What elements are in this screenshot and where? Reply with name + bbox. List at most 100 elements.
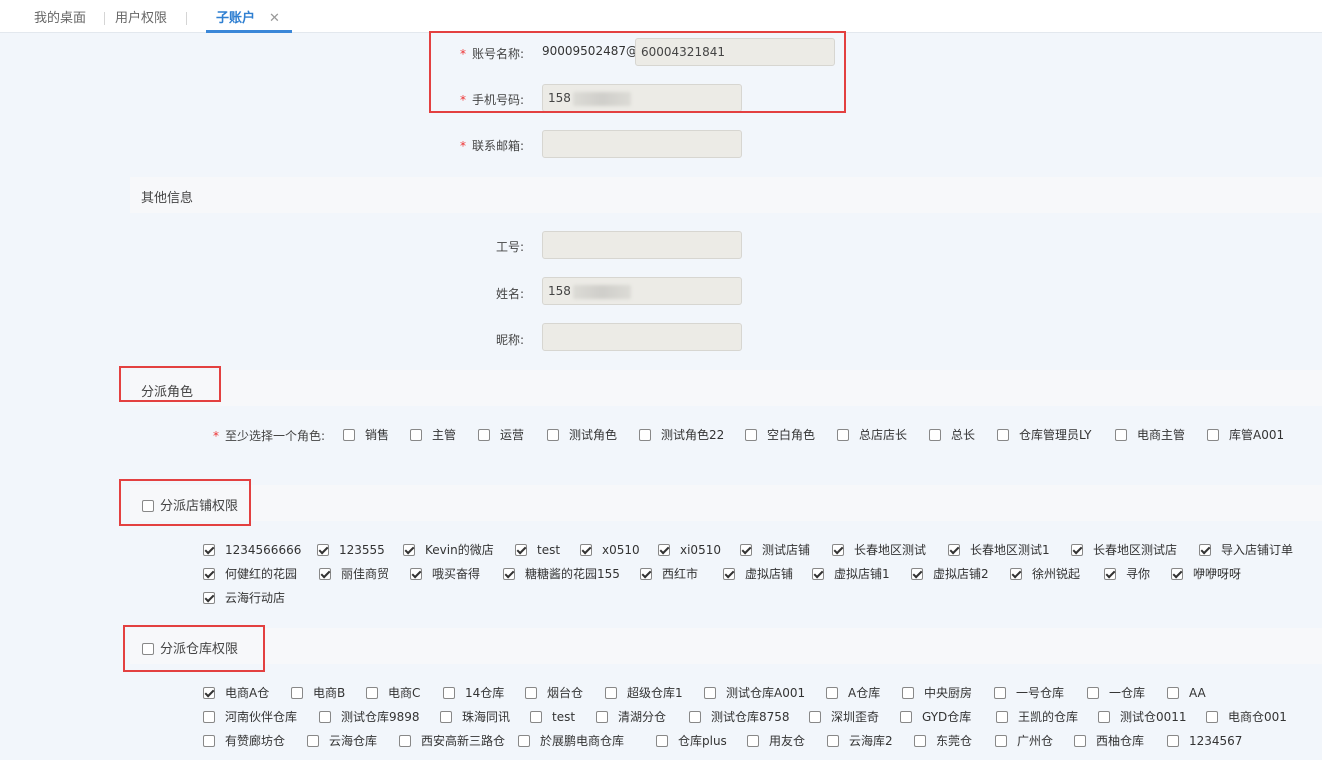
checkbox[interactable]	[1199, 543, 1211, 556]
checkbox[interactable]	[410, 567, 422, 580]
checkbox[interactable]	[640, 567, 652, 580]
checkbox-option[interactable]: x0510	[580, 538, 640, 562]
checkbox-option[interactable]: 总店店长	[837, 423, 907, 447]
checkbox[interactable]	[307, 734, 319, 747]
checkbox-option[interactable]: 一号仓库	[994, 681, 1064, 705]
checkbox[interactable]	[515, 543, 527, 556]
checkbox-option[interactable]: 虚拟店铺1	[812, 562, 890, 586]
checkbox-option[interactable]: 空白角色	[745, 423, 815, 447]
checkbox[interactable]	[1074, 734, 1086, 747]
checkbox-option[interactable]: 测试仓0011	[1098, 705, 1187, 729]
checkbox[interactable]	[832, 543, 844, 556]
checkbox[interactable]	[440, 710, 452, 723]
checkbox[interactable]	[747, 734, 759, 747]
checkbox[interactable]	[997, 428, 1009, 441]
checkbox[interactable]	[900, 710, 912, 723]
checkbox-option[interactable]: test	[530, 705, 575, 729]
checkbox-option[interactable]: 哦买奋得	[410, 562, 480, 586]
checkbox-option[interactable]: 电商仓001	[1206, 705, 1287, 729]
checkbox[interactable]	[525, 686, 537, 699]
checkbox[interactable]	[948, 543, 960, 556]
checkbox[interactable]	[203, 543, 215, 556]
checkbox[interactable]	[929, 428, 941, 441]
checkbox[interactable]	[1098, 710, 1110, 723]
checkbox-option[interactable]: A仓库	[826, 681, 880, 705]
checkbox-option[interactable]: Kevin的微店	[403, 538, 494, 562]
checkbox[interactable]	[689, 710, 701, 723]
checkbox-option[interactable]: 仓库管理员LY	[997, 423, 1091, 447]
checkbox-option[interactable]: 中央厨房	[902, 681, 972, 705]
checkbox[interactable]	[291, 686, 303, 699]
checkbox-option[interactable]: 电商C	[366, 681, 420, 705]
checkbox-option[interactable]: 何健红的花园	[203, 562, 297, 586]
checkbox-option[interactable]: 长春地区测试店	[1071, 538, 1177, 562]
checkbox-option[interactable]: 电商B	[291, 681, 345, 705]
checkbox-option[interactable]: 14仓库	[443, 681, 504, 705]
checkbox[interactable]	[994, 686, 1006, 699]
checkbox-option[interactable]: 总长	[929, 423, 975, 447]
checkbox[interactable]	[203, 591, 215, 604]
tab-user-permissions[interactable]: 用户权限	[115, 0, 167, 33]
checkbox[interactable]	[547, 428, 559, 441]
checkbox[interactable]	[203, 710, 215, 723]
checkbox[interactable]	[399, 734, 411, 747]
checkbox[interactable]	[1104, 567, 1116, 580]
checkbox-option[interactable]: 云海行动店	[203, 586, 285, 610]
shops-select-all-checkbox[interactable]	[142, 499, 154, 512]
checkbox[interactable]	[996, 710, 1008, 723]
checkbox-option[interactable]: 云海仓库	[307, 729, 377, 753]
checkbox-option[interactable]: 电商A仓	[203, 681, 269, 705]
checkbox-option[interactable]: 测试角色	[547, 423, 617, 447]
checkbox[interactable]	[203, 567, 215, 580]
checkbox[interactable]	[1115, 428, 1127, 441]
tab-my-desktop[interactable]: 我的桌面	[34, 0, 86, 33]
checkbox-option[interactable]: 长春地区测试	[832, 538, 926, 562]
checkbox-option[interactable]: 咿咿呀呀	[1171, 562, 1241, 586]
checkbox-option[interactable]: 寻你	[1104, 562, 1150, 586]
checkbox-option[interactable]: 於展鹏电商仓库	[518, 729, 624, 753]
checkbox-option[interactable]: 超级仓库1	[605, 681, 683, 705]
checkbox[interactable]	[723, 567, 735, 580]
checkbox-option[interactable]: 用友仓	[747, 729, 805, 753]
checkbox-option[interactable]: 测试仓库8758	[689, 705, 790, 729]
checkbox[interactable]	[914, 734, 926, 747]
checkbox[interactable]	[580, 543, 592, 556]
phone-input[interactable]: 158	[542, 84, 742, 112]
checkbox-option[interactable]: 深圳歪奇	[809, 705, 879, 729]
checkbox-option[interactable]: 徐州锐起	[1010, 562, 1080, 586]
nickname-input[interactable]	[542, 323, 742, 351]
checkbox[interactable]	[343, 428, 355, 441]
checkbox[interactable]	[827, 734, 839, 747]
checkbox-option[interactable]: 有赞廊坊仓	[203, 729, 285, 753]
checkbox-option[interactable]: test	[515, 538, 560, 562]
real-name-input[interactable]: 158	[542, 277, 742, 305]
checkbox[interactable]	[1207, 428, 1219, 441]
checkbox[interactable]	[410, 428, 422, 441]
checkbox-option[interactable]: 西红市	[640, 562, 698, 586]
account-name-input[interactable]: 60004321841	[635, 38, 835, 66]
checkbox[interactable]	[1010, 567, 1022, 580]
checkbox-option[interactable]: 导入店铺订单	[1199, 538, 1293, 562]
checkbox-option[interactable]: 一仓库	[1087, 681, 1145, 705]
checkbox-option[interactable]: 库管A001	[1207, 423, 1284, 447]
checkbox-option[interactable]: 电商主管	[1115, 423, 1185, 447]
checkbox[interactable]	[995, 734, 1007, 747]
checkbox[interactable]	[317, 543, 329, 556]
email-input[interactable]	[542, 130, 742, 158]
checkbox[interactable]	[403, 543, 415, 556]
checkbox-option[interactable]: GYD仓库	[900, 705, 971, 729]
checkbox-option[interactable]: AA	[1167, 681, 1206, 705]
checkbox-option[interactable]: 西安高新三路仓	[399, 729, 505, 753]
checkbox[interactable]	[1167, 686, 1179, 699]
checkbox-option[interactable]: 西柚仓库	[1074, 729, 1144, 753]
checkbox-option[interactable]: 1234567	[1167, 729, 1242, 753]
tab-sub-account[interactable]: 子账户 ✕	[206, 0, 292, 33]
checkbox-option[interactable]: 烟台仓	[525, 681, 583, 705]
checkbox[interactable]	[203, 686, 215, 699]
checkbox[interactable]	[319, 710, 331, 723]
checkbox-option[interactable]: 主管	[410, 423, 456, 447]
checkbox-option[interactable]: 东莞仓	[914, 729, 972, 753]
checkbox[interactable]	[605, 686, 617, 699]
checkbox[interactable]	[319, 567, 331, 580]
checkbox[interactable]	[826, 686, 838, 699]
